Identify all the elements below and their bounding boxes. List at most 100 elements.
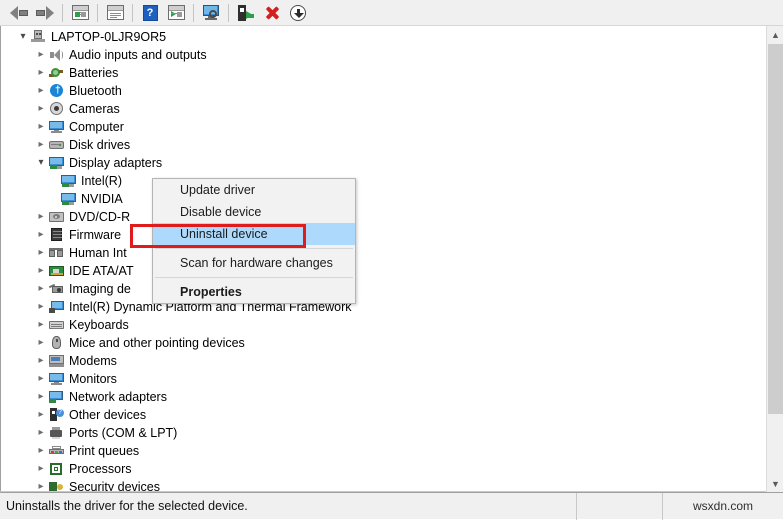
tree-item-keyboards[interactable]: ▸ Keyboards bbox=[1, 316, 758, 334]
chevron-right-icon[interactable]: ▸ bbox=[35, 64, 47, 82]
tree-item-dvd-cd-rom-drives[interactable]: ▸ DVD/CD-R bbox=[1, 208, 758, 226]
context-menu-item-properties[interactable]: Properties bbox=[153, 281, 355, 303]
chevron-right-icon[interactable]: ▸ bbox=[35, 316, 47, 334]
tree-item-label: Intel(R) bbox=[81, 174, 122, 188]
scroll-up-icon[interactable]: ▲ bbox=[767, 26, 783, 43]
uninstall-device-button[interactable] bbox=[259, 1, 285, 25]
tree-item-print-queues[interactable]: ▸ Print queues bbox=[1, 442, 758, 460]
chevron-right-icon[interactable]: ▸ bbox=[35, 280, 47, 298]
tree-item-imaging-devices[interactable]: ▸ Imaging de bbox=[1, 280, 758, 298]
hid-icon bbox=[47, 245, 65, 261]
toolbar-separator-5 bbox=[228, 3, 229, 22]
tree-item-cameras[interactable]: ▸ Cameras bbox=[1, 100, 758, 118]
tree-item-mice-and-other-pointing-devices[interactable]: ▸ Mice and other pointing devices bbox=[1, 334, 758, 352]
tree-item-firmware[interactable]: ▸ Firmware bbox=[1, 226, 758, 244]
chevron-right-icon[interactable]: ▸ bbox=[35, 46, 47, 64]
tree-item-label: Human Int bbox=[69, 246, 127, 260]
vertical-scrollbar[interactable]: ▲ ▼ bbox=[766, 26, 783, 492]
device-tree: ▾ LAPTOP-0LJR9OR5 ▸ Audio inputs and out… bbox=[1, 28, 758, 492]
mouse-icon bbox=[47, 335, 65, 351]
tree-item-root[interactable]: ▾ LAPTOP-0LJR9OR5 bbox=[1, 28, 758, 46]
install-legacy-hardware-button[interactable] bbox=[285, 1, 311, 25]
device-tree-pane[interactable]: ▾ LAPTOP-0LJR9OR5 ▸ Audio inputs and out… bbox=[0, 26, 783, 492]
chevron-right-icon[interactable]: ▸ bbox=[35, 136, 47, 154]
tree-item-label: LAPTOP-0LJR9OR5 bbox=[51, 30, 167, 44]
context-menu-item-scan-for-hardware-changes[interactable]: Scan for hardware changes bbox=[153, 252, 355, 274]
chevron-right-icon[interactable]: ▸ bbox=[35, 262, 47, 280]
chevron-right-icon[interactable]: ▸ bbox=[35, 82, 47, 100]
enable-device-button[interactable] bbox=[233, 1, 259, 25]
chevron-right-icon[interactable]: ▸ bbox=[35, 334, 47, 352]
context-menu-item-uninstall-device[interactable]: Uninstall device bbox=[153, 223, 355, 245]
forward-icon bbox=[36, 5, 54, 20]
toolbar-separator-2 bbox=[97, 3, 98, 22]
monitor-icon bbox=[47, 119, 65, 135]
chevron-down-icon[interactable]: ▾ bbox=[17, 28, 29, 46]
tree-item-audio-inputs-and-outputs[interactable]: ▸ Audio inputs and outputs bbox=[1, 46, 758, 64]
chevron-right-icon[interactable]: ▸ bbox=[35, 424, 47, 442]
print-queue-icon bbox=[47, 443, 65, 459]
chevron-right-icon[interactable]: ▸ bbox=[35, 442, 47, 460]
context-menu[interactable]: Update driver Disable device Uninstall d… bbox=[152, 178, 356, 304]
tree-item-security-devices[interactable]: ▸ Security devices bbox=[1, 478, 758, 492]
tree-item-processors[interactable]: ▸ Processors bbox=[1, 460, 758, 478]
chevron-right-icon[interactable]: ▸ bbox=[35, 370, 47, 388]
tree-item-human-interface-devices[interactable]: ▸ Human Int bbox=[1, 244, 758, 262]
forward-button[interactable] bbox=[32, 1, 58, 25]
chevron-right-icon[interactable]: ▸ bbox=[35, 352, 47, 370]
help-button[interactable]: ? bbox=[137, 1, 163, 25]
chevron-right-icon[interactable]: ▸ bbox=[35, 478, 47, 492]
properties-button[interactable] bbox=[102, 1, 128, 25]
back-icon bbox=[10, 5, 28, 20]
chevron-right-icon[interactable]: ▸ bbox=[35, 208, 47, 226]
chevron-right-icon[interactable]: ▸ bbox=[35, 226, 47, 244]
properties-icon bbox=[106, 5, 124, 20]
tree-item-disk-drives[interactable]: ▸ Disk drives bbox=[1, 136, 758, 154]
chevron-right-icon[interactable]: ▸ bbox=[35, 298, 47, 316]
tree-item-label: Cameras bbox=[69, 102, 120, 116]
keyboard-icon bbox=[47, 317, 65, 333]
update-driver-button[interactable] bbox=[163, 1, 189, 25]
chevron-right-icon[interactable]: ▸ bbox=[35, 118, 47, 136]
tree-item-other-devices[interactable]: ▸ ? Other devices bbox=[1, 406, 758, 424]
tree-item-ports[interactable]: ▸ Ports (COM & LPT) bbox=[1, 424, 758, 442]
chevron-right-icon[interactable]: ▸ bbox=[35, 388, 47, 406]
battery-icon bbox=[47, 65, 65, 81]
context-menu-item-update-driver[interactable]: Update driver bbox=[153, 179, 355, 201]
tree-item-label: Print queues bbox=[69, 444, 140, 458]
uninstall-device-icon bbox=[264, 5, 280, 21]
tree-item-label: Network adapters bbox=[69, 390, 167, 404]
tree-item-monitors[interactable]: ▸ Monitors bbox=[1, 370, 758, 388]
chevron-right-icon[interactable]: ▸ bbox=[35, 244, 47, 262]
tree-item-batteries[interactable]: ▸ Batteries bbox=[1, 64, 758, 82]
show-hide-console-tree-button[interactable] bbox=[67, 1, 93, 25]
back-button[interactable] bbox=[6, 1, 32, 25]
tree-item-nvidia-display-adapter[interactable]: NVIDIA bbox=[1, 190, 758, 208]
scroll-down-icon[interactable]: ▼ bbox=[767, 475, 783, 492]
toolbar-separator-3 bbox=[132, 3, 133, 22]
computer-node-icon bbox=[29, 29, 47, 45]
chevron-right-icon[interactable]: ▸ bbox=[35, 406, 47, 424]
tree-item-intel-dynamic-platform[interactable]: ▸ Intel(R) Dynamic Platform and Thermal … bbox=[1, 298, 758, 316]
tree-item-label: Imaging de bbox=[69, 282, 131, 296]
update-driver-icon bbox=[167, 5, 185, 20]
tree-item-computer[interactable]: ▸ Computer bbox=[1, 118, 758, 136]
tree-item-network-adapters[interactable]: ▸ Network adapters bbox=[1, 388, 758, 406]
tree-item-display-adapters[interactable]: ▾ Display adapters bbox=[1, 154, 758, 172]
context-menu-separator-2 bbox=[155, 277, 353, 278]
watermark: wsxdn.com bbox=[662, 492, 783, 520]
tree-item-ide-ata-atapi-controllers[interactable]: ▸ IDE ATA/AT bbox=[1, 262, 758, 280]
tree-item-intel-display-adapter[interactable]: Intel(R) bbox=[1, 172, 758, 190]
speaker-icon bbox=[47, 47, 65, 63]
tree-item-label: Mice and other pointing devices bbox=[69, 336, 245, 350]
tree-item-modems[interactable]: ▸ Modems bbox=[1, 352, 758, 370]
chevron-down-icon[interactable]: ▾ bbox=[35, 154, 47, 172]
scrollbar-thumb[interactable] bbox=[768, 44, 783, 414]
chevron-right-icon[interactable]: ▸ bbox=[35, 100, 47, 118]
disk-drive-icon bbox=[47, 137, 65, 153]
chevron-right-icon[interactable]: ▸ bbox=[35, 460, 47, 478]
context-menu-item-disable-device[interactable]: Disable device bbox=[153, 201, 355, 223]
scan-for-hardware-changes-button[interactable] bbox=[198, 1, 224, 25]
tree-item-label: Keyboards bbox=[69, 318, 129, 332]
tree-item-bluetooth[interactable]: ▸ † Bluetooth bbox=[1, 82, 758, 100]
